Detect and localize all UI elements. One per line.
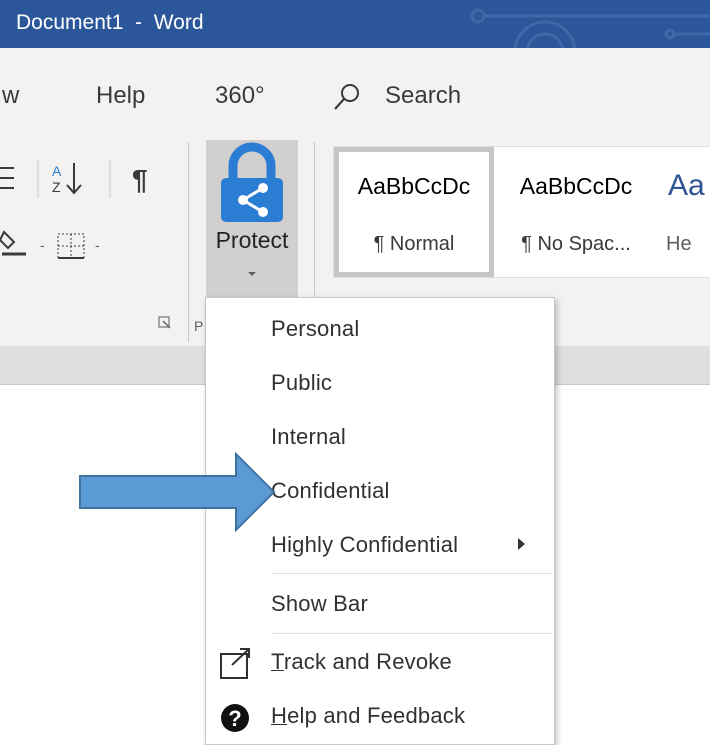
help-question-icon: ? [221, 704, 249, 732]
protect-button[interactable]: Protect [206, 140, 298, 306]
annotation-arrow-icon [79, 452, 276, 532]
style-no-spacing[interactable]: AaBbCcDc ¶ No Spac... [496, 147, 656, 277]
menu-item-label: Public [271, 370, 333, 395]
menu-item-help-and-feedback[interactable]: ? Help and Feedback [206, 691, 554, 745]
menu-item-personal[interactable]: Personal [206, 304, 554, 358]
svg-text:?: ? [228, 706, 241, 731]
menu-item-label-rest: rack and Revoke [283, 649, 452, 674]
svg-text:¶: ¶ [132, 164, 148, 195]
menu-item-label: Help and Feedback [271, 703, 465, 729]
menu-separator [271, 573, 553, 574]
menu-item-label: Internal [271, 424, 346, 449]
paragraph-dialog-launcher-icon[interactable] [158, 316, 172, 330]
tab-360[interactable]: 360° [215, 82, 265, 110]
tab-help[interactable]: Help [96, 82, 145, 110]
style-sample: Aa [668, 169, 705, 202]
lock-share-icon [221, 142, 283, 222]
shading-icon[interactable]: - - [0, 226, 160, 266]
access-key: H [271, 703, 288, 728]
menu-item-label: Confidential [271, 478, 390, 503]
sort-order-icon: A Z ¶ [0, 160, 148, 198]
styles-gallery: AaBbCcDc ¶ Normal AaBbCcDc ¶ No Spac... … [333, 146, 710, 278]
menu-item-label: Show Bar [271, 591, 368, 616]
svg-text:Z: Z [52, 179, 61, 195]
menu-item-public[interactable]: Public [206, 358, 554, 412]
style-heading[interactable]: Aa He [658, 147, 710, 277]
menu-item-label-rest: elp and Feedback [287, 703, 466, 728]
title-bar-decoration [470, 8, 710, 48]
protect-button-label: Protect [215, 227, 289, 253]
ribbon-tab-row: w Help 360° Search [0, 48, 710, 136]
track-revoke-icon [220, 648, 250, 679]
menu-item-label: Personal [271, 316, 360, 341]
svg-text:-: - [95, 237, 100, 253]
menu-separator [271, 633, 553, 634]
svg-text:-: - [40, 237, 45, 253]
style-name: ¶ Normal [373, 233, 455, 255]
window-title: Document1 - Word [16, 11, 204, 34]
menu-item-label: Track and Revoke [271, 649, 452, 675]
title-bar: Document1 - Word [0, 0, 710, 48]
group-separator [188, 142, 189, 342]
style-normal[interactable]: AaBbCcDc ¶ Normal [334, 147, 494, 277]
group-separator [314, 142, 315, 302]
style-sample: AaBbCcDc [357, 173, 471, 199]
chevron-down-icon [248, 272, 256, 276]
tab-view[interactable]: w [2, 82, 19, 110]
search-label: Search [385, 82, 462, 109]
menu-item-show-bar[interactable]: Show Bar [206, 579, 554, 633]
style-name: ¶ No Spac... [521, 233, 631, 255]
svg-text:A: A [52, 163, 62, 179]
style-name: He [666, 233, 692, 255]
submenu-arrow-icon [518, 538, 525, 550]
style-sample: AaBbCcDc [519, 173, 633, 199]
access-key: T [271, 649, 284, 674]
menu-item-label: Highly Confidential [271, 532, 459, 557]
menu-item-track-and-revoke[interactable]: Track and Revoke [206, 637, 554, 691]
search-icon [334, 84, 359, 110]
